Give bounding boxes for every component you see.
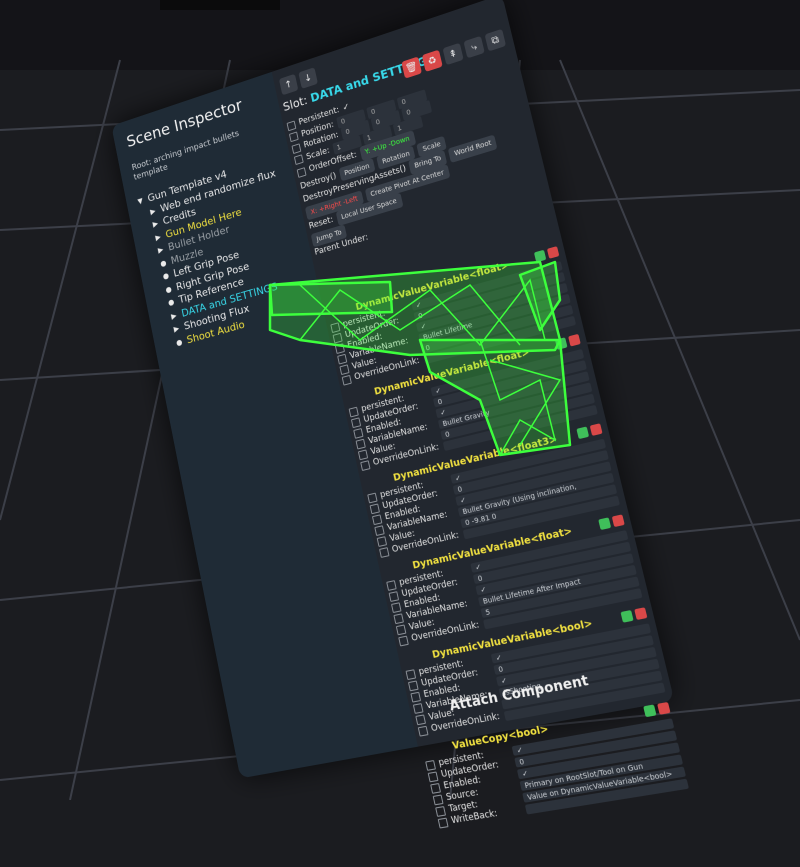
duplicate-component-icon[interactable]: [576, 426, 589, 439]
field-checkbox[interactable]: [406, 669, 417, 680]
expand-down-icon[interactable]: ▼: [136, 194, 145, 209]
field-checkbox[interactable]: [374, 525, 384, 536]
field-checkbox[interactable]: [391, 602, 402, 613]
component-actions: [598, 514, 625, 531]
field-checkbox[interactable]: [389, 591, 400, 602]
field-checkbox[interactable]: [377, 536, 387, 547]
transform-section: Persistent: ✓ Position: 0 0 0 Rotation: 0…: [286, 49, 544, 259]
duplicate-component-icon[interactable]: [598, 517, 611, 530]
remove-component-icon[interactable]: [657, 702, 670, 715]
field-checkbox[interactable]: [428, 771, 439, 782]
remove-component-icon[interactable]: [590, 423, 603, 436]
field-checkbox[interactable]: [372, 514, 382, 525]
field-checkbox[interactable]: [425, 760, 436, 771]
remove-component-icon[interactable]: [547, 246, 559, 259]
field-checkbox[interactable]: [435, 806, 446, 817]
order-offset-checkbox[interactable]: [297, 167, 307, 178]
trash-icon[interactable]: 🗑: [401, 56, 422, 78]
field-checkbox[interactable]: [342, 375, 352, 386]
recycle-icon[interactable]: ♻: [422, 50, 443, 72]
hierarchy-tree: ▼ Gun Template v4 ▶ Web end randomize flux ▶…: [136, 153, 306, 353]
field-checkbox[interactable]: [418, 726, 429, 737]
field-checkbox[interactable]: [410, 692, 421, 703]
duplicate-component-icon[interactable]: [643, 704, 656, 717]
component-actions: [643, 702, 671, 718]
duplicate-component-icon[interactable]: [620, 610, 633, 623]
field-checkbox[interactable]: [408, 680, 419, 691]
slot-key: Slot:: [282, 93, 309, 114]
field-checkbox[interactable]: [430, 783, 441, 794]
add-child-icon[interactable]: ⤷: [463, 36, 484, 59]
component-actions: [620, 607, 647, 624]
insert-parent-icon[interactable]: ⇞: [443, 43, 464, 65]
field-checkbox[interactable]: [386, 580, 397, 591]
field-checkbox[interactable]: [367, 493, 377, 504]
field-checkbox[interactable]: [438, 818, 449, 829]
sort-up-icon[interactable]: ↑: [279, 74, 298, 96]
field-checkbox[interactable]: [415, 714, 426, 725]
field-checkbox[interactable]: [370, 503, 380, 514]
remove-component-icon[interactable]: [634, 607, 647, 620]
field-checkbox[interactable]: [393, 613, 404, 624]
field-checkbox[interactable]: [398, 636, 409, 647]
field-checkbox[interactable]: [379, 547, 389, 558]
sort-down-icon[interactable]: ↓: [298, 67, 318, 89]
duplicate-component-icon[interactable]: [534, 250, 546, 263]
duplicate-component-icon[interactable]: [555, 337, 568, 350]
field-checkbox[interactable]: [396, 624, 407, 635]
field-checkbox[interactable]: [360, 460, 370, 471]
duplicate-icon[interactable]: ⧉: [485, 29, 507, 52]
remove-component-icon[interactable]: [568, 334, 581, 347]
leaf-dot-icon[interactable]: ●: [175, 335, 184, 350]
remove-component-icon[interactable]: [612, 514, 625, 527]
field-checkbox[interactable]: [413, 703, 424, 714]
